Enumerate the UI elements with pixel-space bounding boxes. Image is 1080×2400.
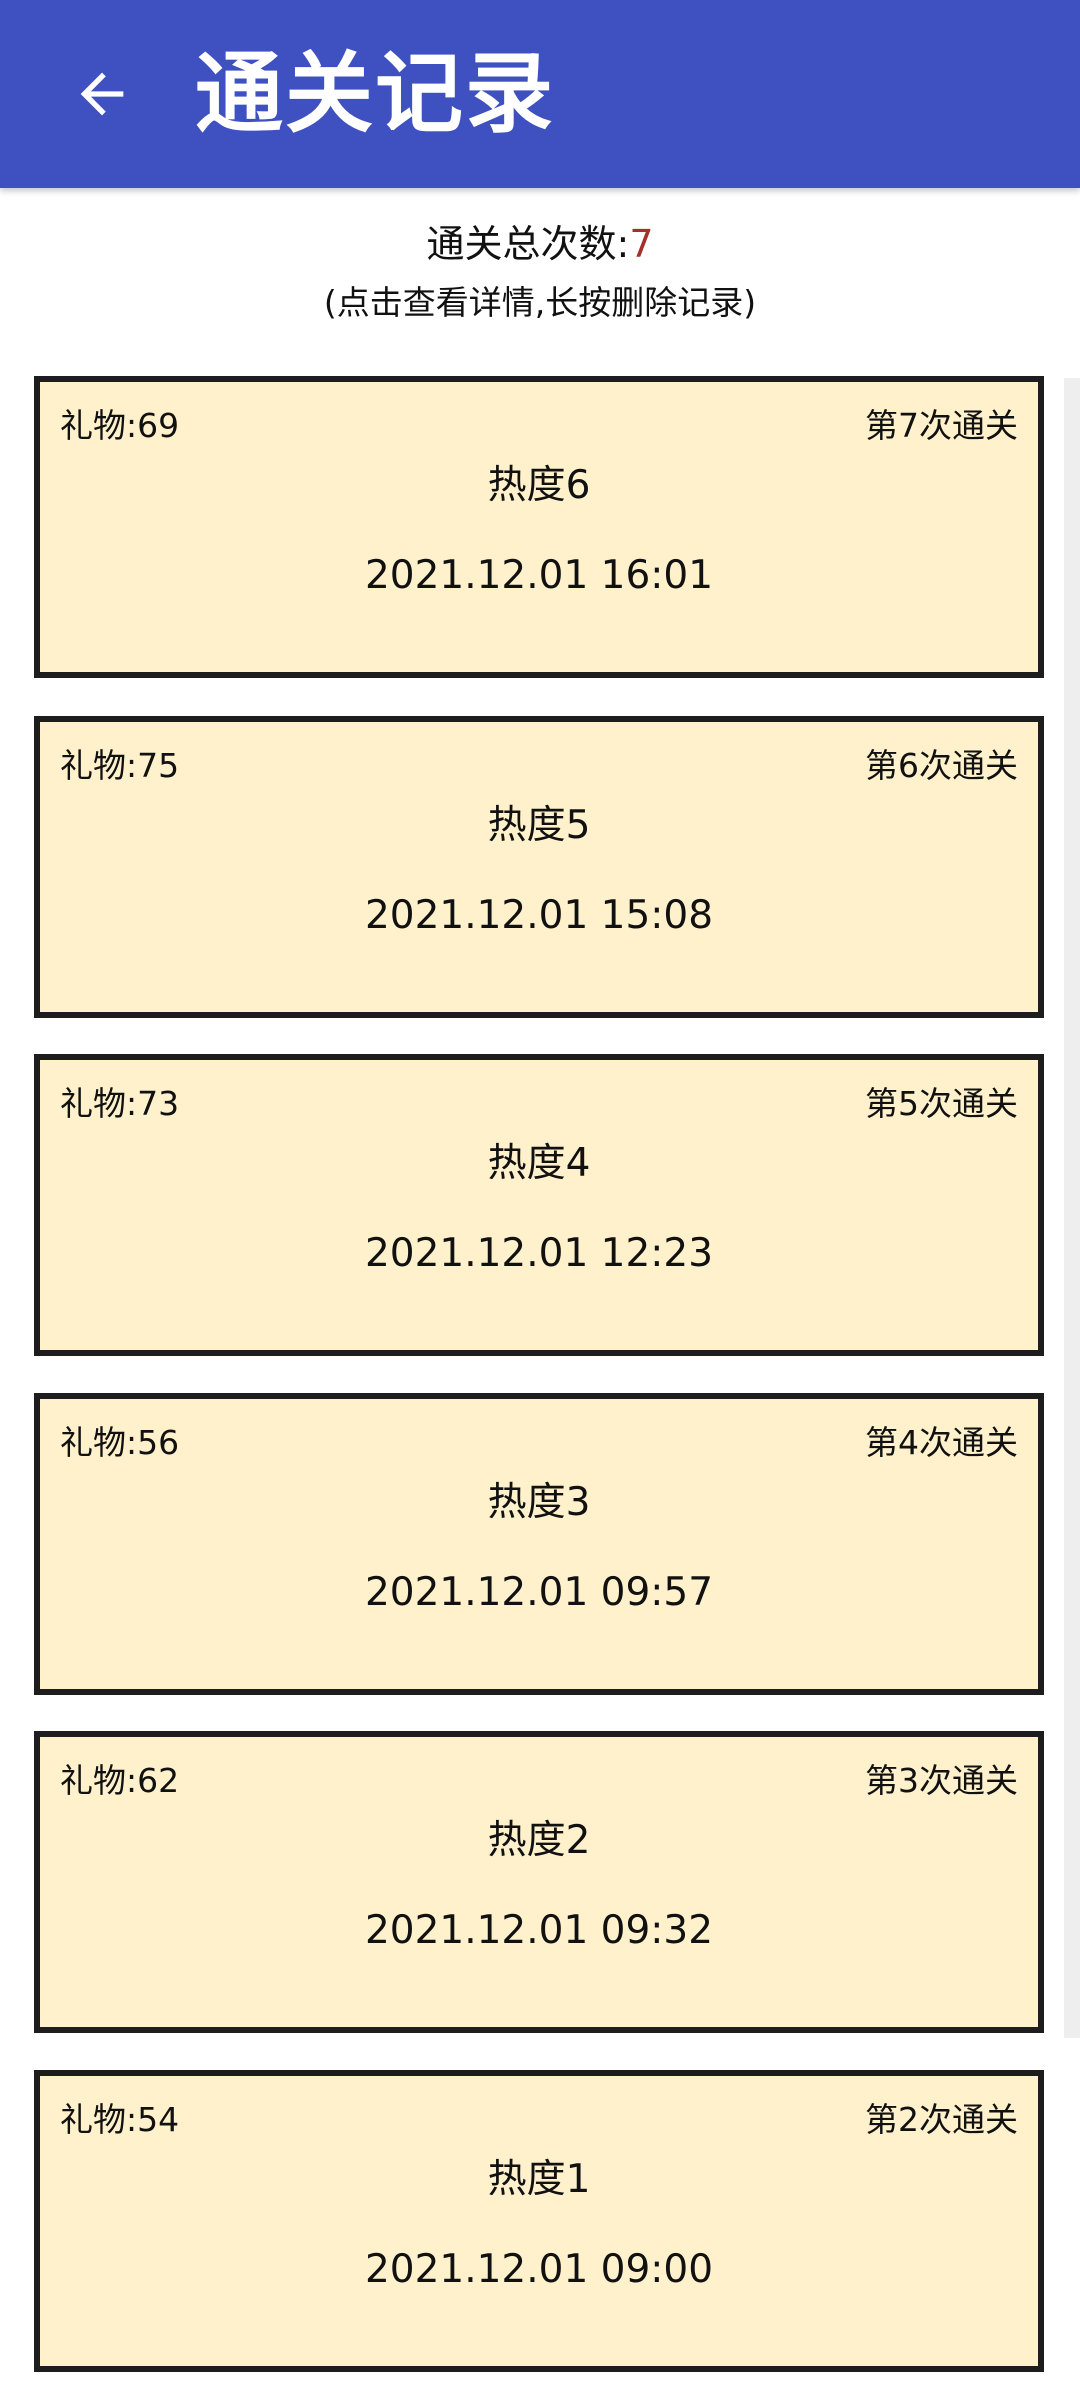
usage-hint: (点击查看详情,长按删除记录) — [323, 283, 757, 322]
record-gift: 礼物:73 — [60, 1084, 180, 1123]
record-card[interactable]: 礼物:54 第2次通关 热度1 2021.12.01 09:00 — [34, 2070, 1044, 2372]
record-clear-count: 第3次通关 — [865, 1761, 1018, 1800]
record-time: 2021.12.01 09:57 — [364, 1570, 714, 1615]
record-time: 2021.12.01 16:01 — [364, 553, 714, 598]
record-gift: 礼物:69 — [60, 406, 180, 445]
total-clears-count: 7 — [629, 222, 654, 266]
summary: 通关总次数:7 (点击查看详情,长按删除记录) — [0, 218, 1080, 326]
record-clear-count: 第6次通关 — [865, 746, 1018, 785]
record-clear-count: 第2次通关 — [865, 2100, 1018, 2139]
record-heat: 热度2 — [487, 1818, 591, 1863]
record-time: 2021.12.01 09:00 — [364, 2247, 714, 2292]
record-time: 2021.12.01 09:32 — [364, 1908, 714, 1953]
page-title: 通关记录 — [195, 42, 556, 145]
record-gift: 礼物:56 — [60, 1423, 180, 1462]
record-heat: 热度3 — [487, 1480, 591, 1525]
record-card[interactable]: 礼物:69 第7次通关 热度6 2021.12.01 16:01 — [34, 376, 1044, 678]
record-heat: 热度4 — [487, 1141, 591, 1186]
record-gift: 礼物:54 — [60, 2100, 180, 2139]
total-clears-label: 通关总次数: — [426, 222, 630, 266]
record-time: 2021.12.01 12:23 — [364, 1231, 714, 1276]
record-clear-count: 第5次通关 — [865, 1084, 1018, 1123]
record-heat: 热度5 — [487, 803, 591, 848]
record-card[interactable]: 礼物:62 第3次通关 热度2 2021.12.01 09:32 — [34, 1731, 1044, 2033]
app-screen: 通关记录 通关总次数:7 (点击查看详情,长按删除记录) 礼物:69 第7次通关… — [0, 0, 1080, 2400]
record-card[interactable]: 礼物:56 第4次通关 热度3 2021.12.01 09:57 — [34, 1393, 1044, 1695]
record-heat: 热度6 — [487, 463, 591, 508]
record-card[interactable]: 礼物:73 第5次通关 热度4 2021.12.01 12:23 — [34, 1054, 1044, 1356]
record-time: 2021.12.01 15:08 — [364, 893, 714, 938]
app-bar: 通关记录 — [0, 0, 1080, 188]
record-clear-count: 第7次通关 — [865, 406, 1018, 445]
record-list[interactable]: 礼物:69 第7次通关 热度6 2021.12.01 16:01 礼物:75 第… — [0, 376, 1080, 2400]
record-card[interactable]: 礼物:75 第6次通关 热度5 2021.12.01 15:08 — [34, 716, 1044, 1018]
total-clears-line: 通关总次数:7 — [0, 218, 1080, 270]
record-clear-count: 第4次通关 — [865, 1423, 1018, 1462]
arrow-left-icon — [80, 72, 124, 116]
record-heat: 热度1 — [487, 2157, 591, 2202]
record-gift: 礼物:62 — [60, 1761, 180, 1800]
record-gift: 礼物:75 — [60, 746, 180, 785]
back-button[interactable] — [52, 44, 152, 144]
